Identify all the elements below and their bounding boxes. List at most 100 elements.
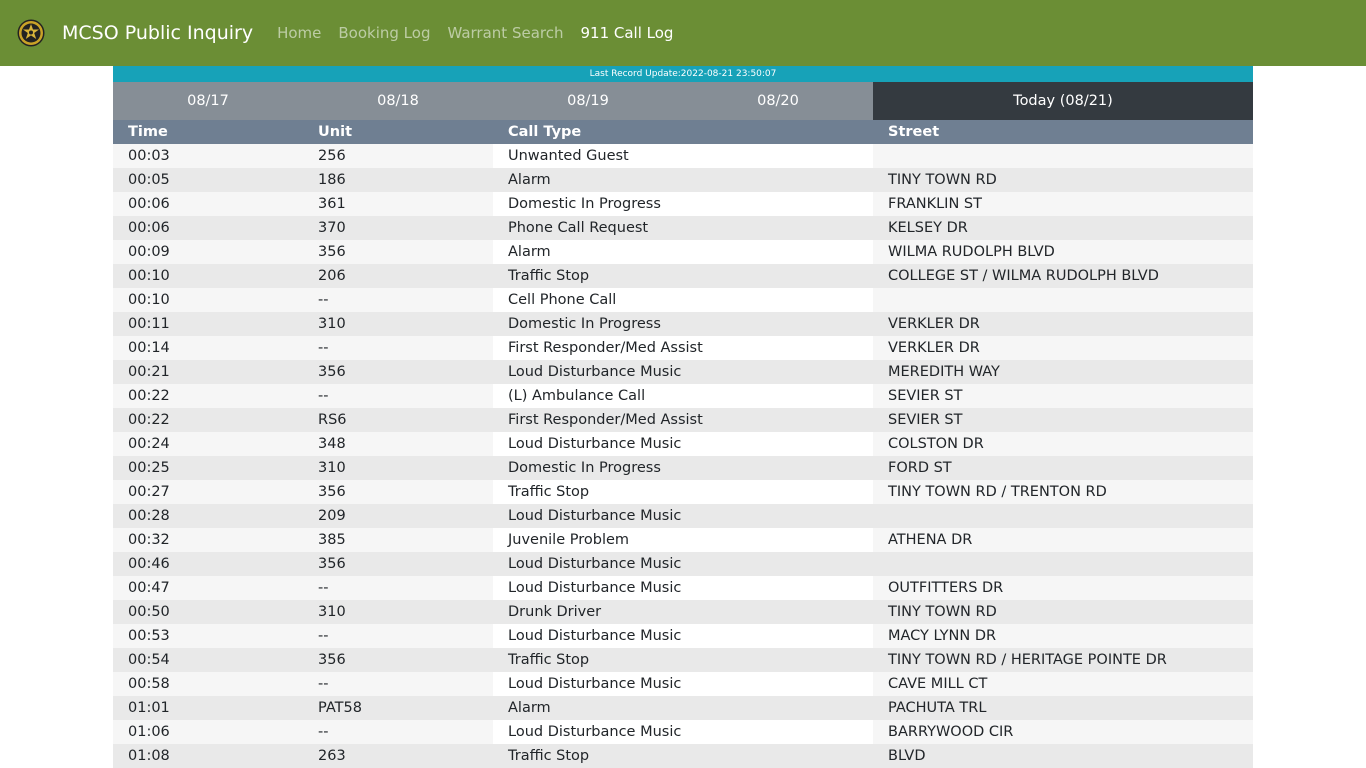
cell-unit: 206 (303, 264, 493, 288)
header-time[interactable]: Time (113, 120, 303, 144)
cell-unit: -- (303, 288, 493, 312)
tab-today[interactable]: Today (08/21) (873, 82, 1253, 120)
table-row: 01:01 PAT58 Alarm PACHUTA TRL (113, 696, 1253, 720)
cell-call-type: Unwanted Guest (493, 144, 873, 168)
header-call-type[interactable]: Call Type (493, 120, 873, 144)
nav-booking-log[interactable]: Booking Log (338, 24, 430, 42)
cell-street: VERKLER DR (873, 312, 1253, 336)
cell-street: MEREDITH WAY (873, 360, 1253, 384)
cell-street: KELSEY DR (873, 216, 1253, 240)
cell-call-type: Drunk Driver (493, 600, 873, 624)
last-update-bar: Last Record Update:2022-08-21 23:50:07 (113, 66, 1253, 82)
cell-call-type: Loud Disturbance Music (493, 432, 873, 456)
cell-unit: -- (303, 336, 493, 360)
tab-0818[interactable]: 08/18 (303, 82, 493, 120)
cell-call-type: Loud Disturbance Music (493, 576, 873, 600)
top-navbar: MCSO Public Inquiry Home Booking Log War… (0, 0, 1366, 66)
cell-call-type: Domestic In Progress (493, 456, 873, 480)
header-street[interactable]: Street (873, 120, 1253, 144)
cell-street (873, 288, 1253, 312)
main-content: Last Record Update:2022-08-21 23:50:07 0… (113, 66, 1253, 768)
cell-call-type: Domestic In Progress (493, 312, 873, 336)
cell-time: 00:10 (113, 288, 303, 312)
tab-0820[interactable]: 08/20 (683, 82, 873, 120)
cell-time: 00:47 (113, 576, 303, 600)
tab-0817[interactable]: 08/17 (113, 82, 303, 120)
cell-unit: -- (303, 576, 493, 600)
header-unit[interactable]: Unit (303, 120, 493, 144)
cell-street: CAVE MILL CT (873, 672, 1253, 696)
table-row: 00:58 -- Loud Disturbance Music CAVE MILL C… (113, 672, 1253, 696)
cell-unit: 356 (303, 360, 493, 384)
cell-unit: -- (303, 624, 493, 648)
cell-time: 01:01 (113, 696, 303, 720)
cell-call-type: Juvenile Problem (493, 528, 873, 552)
cell-unit: 348 (303, 432, 493, 456)
cell-street (873, 504, 1253, 528)
cell-time: 01:06 (113, 720, 303, 744)
cell-street: FRANKLIN ST (873, 192, 1253, 216)
cell-call-type: (L) Ambulance Call (493, 384, 873, 408)
cell-call-type: Traffic Stop (493, 744, 873, 768)
table-row: 00:10 -- Cell Phone Call (113, 288, 1253, 312)
cell-time: 00:03 (113, 144, 303, 168)
cell-street (873, 144, 1253, 168)
cell-time: 00:46 (113, 552, 303, 576)
cell-unit: 209 (303, 504, 493, 528)
brand-title[interactable]: MCSO Public Inquiry (62, 22, 253, 44)
cell-time: 00:22 (113, 384, 303, 408)
cell-street: TINY TOWN RD (873, 168, 1253, 192)
cell-street: OUTFITTERS DR (873, 576, 1253, 600)
table-row: 00:09 356 Alarm WILMA RUDOLPH BLVD (113, 240, 1253, 264)
cell-time: 00:27 (113, 480, 303, 504)
cell-call-type: Loud Disturbance Music (493, 504, 873, 528)
cell-unit: 310 (303, 600, 493, 624)
cell-unit: 356 (303, 648, 493, 672)
cell-time: 00:06 (113, 216, 303, 240)
table-row: 00:05 186 Alarm TINY TOWN RD (113, 168, 1253, 192)
cell-street: TINY TOWN RD / HERITAGE POINTE DR (873, 648, 1253, 672)
nav-home[interactable]: Home (277, 24, 321, 42)
cell-street: MACY LYNN DR (873, 624, 1253, 648)
cell-call-type: Loud Disturbance Music (493, 720, 873, 744)
table-row: 00:22 RS6 First Responder/Med Assist SEVIER… (113, 408, 1253, 432)
cell-unit: 186 (303, 168, 493, 192)
cell-time: 00:25 (113, 456, 303, 480)
nav-warrant-search[interactable]: Warrant Search (447, 24, 563, 42)
cell-call-type: First Responder/Med Assist (493, 336, 873, 360)
cell-time: 01:08 (113, 744, 303, 768)
call-log-table: Time Unit Call Type Street 00:03 256 Unwan… (113, 120, 1253, 768)
cell-time: 00:54 (113, 648, 303, 672)
cell-call-type: Traffic Stop (493, 264, 873, 288)
table-row: 00:06 361 Domestic In Progress FRANKLIN ST (113, 192, 1253, 216)
cell-street: WILMA RUDOLPH BLVD (873, 240, 1253, 264)
cell-call-type: First Responder/Med Assist (493, 408, 873, 432)
cell-time: 00:09 (113, 240, 303, 264)
cell-unit: 256 (303, 144, 493, 168)
cell-call-type: Traffic Stop (493, 648, 873, 672)
cell-time: 00:50 (113, 600, 303, 624)
cell-time: 00:11 (113, 312, 303, 336)
cell-time: 00:14 (113, 336, 303, 360)
cell-street: TINY TOWN RD (873, 600, 1253, 624)
table-row: 00:06 370 Phone Call Request KELSEY DR (113, 216, 1253, 240)
nav-911-call-log[interactable]: 911 Call Log (580, 24, 673, 42)
table-row: 00:25 310 Domestic In Progress FORD ST (113, 456, 1253, 480)
cell-street: SEVIER ST (873, 384, 1253, 408)
sheriff-star-badge-icon[interactable] (17, 19, 45, 47)
cell-call-type: Traffic Stop (493, 480, 873, 504)
cell-street: FORD ST (873, 456, 1253, 480)
cell-street: ATHENA DR (873, 528, 1253, 552)
cell-time: 00:53 (113, 624, 303, 648)
cell-unit: -- (303, 672, 493, 696)
cell-call-type: Loud Disturbance Music (493, 552, 873, 576)
cell-unit: 356 (303, 240, 493, 264)
cell-street (873, 552, 1253, 576)
cell-street: COLSTON DR (873, 432, 1253, 456)
cell-street: PACHUTA TRL (873, 696, 1253, 720)
cell-street: TINY TOWN RD / TRENTON RD (873, 480, 1253, 504)
table-header-row: Time Unit Call Type Street (113, 120, 1253, 144)
cell-call-type: Domestic In Progress (493, 192, 873, 216)
table-row: 00:53 -- Loud Disturbance Music MACY LYNN D… (113, 624, 1253, 648)
tab-0819[interactable]: 08/19 (493, 82, 683, 120)
